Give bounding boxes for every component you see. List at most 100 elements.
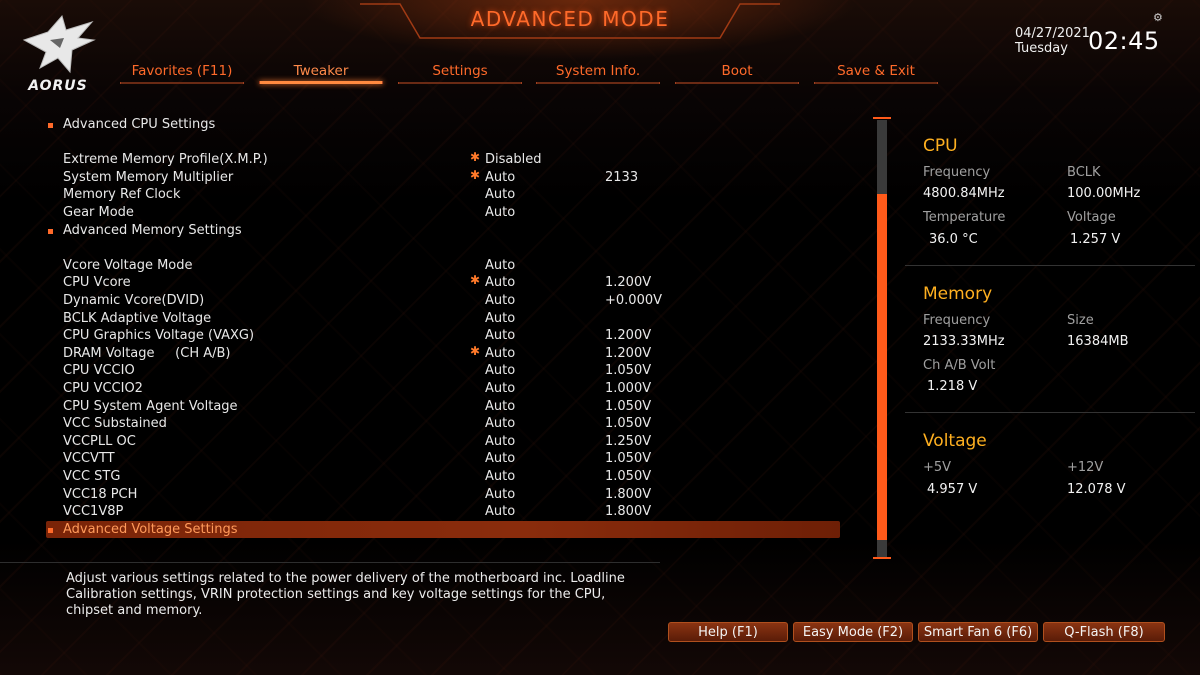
setting-value[interactable]: Auto — [485, 503, 515, 521]
cpu-bclk-value: 100.00MHz — [1067, 186, 1141, 201]
setting-value[interactable]: Auto — [485, 380, 515, 398]
setting-row[interactable]: BCLK Adaptive Voltage Auto — [46, 310, 840, 328]
setting-row[interactable]: CPU System Agent Voltage Auto 1.050V — [46, 398, 840, 416]
changed-star-icon: ✱ — [470, 343, 481, 358]
setting-value[interactable]: Auto — [485, 433, 515, 451]
memory-volt-value: 1.218 V — [927, 379, 978, 394]
scrollbar-thumb[interactable] — [877, 193, 887, 540]
setting-row[interactable]: VCC Substained Auto 1.050V — [46, 415, 840, 433]
tab-boot[interactable]: Boot — [675, 62, 799, 86]
help-description: Adjust various settings related to the p… — [66, 571, 625, 618]
tab-system-info[interactable]: System Info. — [536, 62, 660, 86]
setting-label: BCLK Adaptive Voltage — [63, 310, 212, 326]
setting-value[interactable]: Auto — [485, 415, 515, 433]
submenu-item[interactable]: Advanced Voltage Settings — [46, 520, 840, 539]
gear-icon[interactable]: ⚙ — [1153, 11, 1163, 24]
row-spacer — [46, 239, 840, 257]
tab-label: Settings — [432, 63, 488, 79]
setting-current-value: 1.050V — [605, 416, 652, 432]
cpu-frequency-value: 4800.84MHz — [923, 186, 1005, 201]
setting-value[interactable]: Auto — [485, 362, 515, 380]
memory-size-label: Size — [1067, 313, 1094, 328]
setting-value[interactable]: Auto — [485, 345, 515, 363]
cpu-temperature-value: 36.0 °C — [929, 232, 978, 247]
main-tabs: Favorites (F11) Tweaker Settings System … — [120, 62, 940, 86]
setting-row[interactable]: Extreme Memory Profile(X.M.P.) ✱ Disabled — [46, 150, 840, 169]
setting-value[interactable]: Auto — [485, 292, 515, 310]
submenu-item[interactable]: Advanced CPU Settings — [46, 116, 840, 134]
setting-value[interactable]: Auto — [485, 398, 515, 416]
setting-value[interactable]: Auto — [485, 468, 515, 486]
setting-value[interactable]: Auto — [485, 450, 515, 468]
setting-value[interactable]: Auto — [485, 327, 515, 345]
scrollbar-bottom-cap — [873, 557, 891, 559]
submenu-item[interactable]: Advanced Memory Settings — [46, 222, 840, 240]
setting-label: CPU Graphics Voltage (VAXG) — [63, 328, 255, 344]
tab-label: System Info. — [555, 63, 641, 79]
tab-favorites[interactable]: Favorites (F11) — [120, 62, 244, 86]
setting-row[interactable]: CPU VCCIO2 Auto 1.000V — [46, 380, 840, 398]
cpu-voltage-label: Voltage — [1067, 210, 1116, 225]
setting-row[interactable]: Dynamic Vcore(DVID) Auto +0.000V — [46, 292, 840, 310]
setting-row[interactable]: CPU Graphics Voltage (VAXG) Auto 1.200V — [46, 327, 840, 345]
setting-value[interactable]: Auto — [485, 204, 515, 222]
setting-row[interactable]: VCCPLL OC Auto 1.250V — [46, 433, 840, 451]
voltage-12v-value: 12.078 V — [1067, 482, 1126, 497]
setting-row[interactable]: CPU Vcore ✱ Auto 1.200V — [46, 273, 840, 292]
easy-mode-button[interactable]: Easy Mode (F2) — [793, 622, 913, 642]
voltage-heading: Voltage — [923, 431, 987, 451]
setting-label: VCCPLL OC — [63, 433, 136, 449]
setting-row[interactable]: VCC18 PCH Auto 1.800V — [46, 486, 840, 504]
setting-value[interactable]: Auto — [485, 274, 515, 292]
setting-current-value: 1.200V — [605, 275, 652, 291]
setting-value[interactable]: Disabled — [485, 151, 541, 169]
setting-row[interactable]: Gear Mode Auto — [46, 204, 840, 222]
changed-star-icon: ✱ — [470, 273, 481, 288]
setting-label: DRAM Voltage (CH A/B) — [63, 345, 231, 361]
tab-save-exit[interactable]: Save & Exit — [814, 62, 938, 86]
tab-label: Tweaker — [293, 63, 349, 79]
setting-row[interactable]: VCC STG Auto 1.050V — [46, 468, 840, 486]
memory-frequency-value: 2133.33MHz — [923, 334, 1005, 349]
setting-label: Gear Mode — [63, 205, 134, 220]
memory-frequency-label: Frequency — [923, 313, 991, 328]
setting-row[interactable]: VCCVTT Auto 1.050V — [46, 450, 840, 468]
setting-row[interactable]: Vcore Voltage Mode Auto — [46, 257, 840, 275]
setting-value[interactable]: Auto — [485, 169, 515, 187]
setting-current-value: 1.050V — [605, 363, 652, 379]
setting-label: Memory Ref Clock — [63, 187, 181, 203]
setting-value[interactable]: Auto — [485, 310, 515, 328]
setting-row[interactable]: VCC1V8P Auto 1.800V — [46, 503, 840, 521]
tab-label: Save & Exit — [837, 63, 915, 79]
setting-current-value: +0.000V — [605, 293, 663, 308]
submenu-bullet-icon — [48, 123, 53, 128]
setting-label: VCCVTT — [63, 451, 115, 467]
setting-current-value: 1.250V — [605, 433, 652, 449]
setting-row[interactable]: Memory Ref Clock Auto — [46, 186, 840, 204]
setting-label: CPU Vcore — [63, 275, 131, 291]
panel-divider — [905, 265, 1195, 266]
smart-fan-button[interactable]: Smart Fan 6 (F6) — [918, 622, 1038, 642]
help-button[interactable]: Help (F1) — [668, 622, 788, 642]
setting-label: CPU VCCIO — [63, 363, 135, 379]
tab-tweaker[interactable]: Tweaker — [259, 62, 383, 86]
tab-label: Boot — [721, 63, 753, 79]
setting-value[interactable]: Auto — [485, 186, 515, 204]
setting-label: Vcore Voltage Mode — [63, 257, 193, 273]
setting-current-value: 2133 — [605, 169, 639, 185]
submenu-bullet-icon — [48, 527, 53, 533]
setting-row[interactable]: DRAM Voltage (CH A/B) ✱ Auto 1.200V — [46, 343, 840, 363]
q-flash-button[interactable]: Q-Flash (F8) — [1043, 622, 1165, 642]
voltage-5v-value: 4.957 V — [927, 482, 978, 497]
date-display: 04/27/2021 Tuesday — [1015, 26, 1090, 56]
setting-label: Advanced Memory Settings — [63, 222, 242, 238]
setting-value[interactable]: Auto — [485, 257, 515, 275]
row-spacer — [46, 134, 840, 152]
changed-star-icon: ✱ — [470, 167, 481, 182]
setting-value[interactable]: Auto — [485, 486, 515, 504]
setting-current-value: 1.050V — [605, 469, 652, 484]
setting-row[interactable]: System Memory Multiplier ✱ Auto 2133 — [46, 167, 840, 187]
tab-settings[interactable]: Settings — [398, 62, 522, 86]
setting-row[interactable]: CPU VCCIO Auto 1.050V — [46, 362, 840, 380]
day-text: Tuesday — [1015, 41, 1068, 56]
